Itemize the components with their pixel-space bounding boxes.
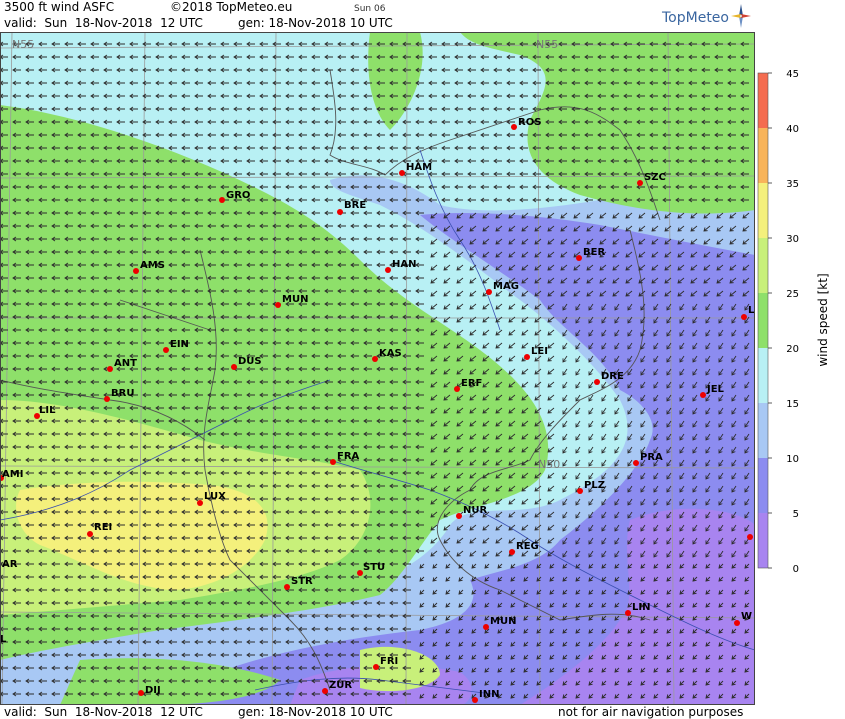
legend-ticks: 0 5 10 15 20 25 30 35 40 45 [768,69,799,575]
valid-time: valid: Sun 18-Nov-2018 12 UTC [4,16,203,30]
svg-text:BRU: BRU [111,388,134,399]
svg-text:LUX: LUX [204,491,226,502]
copyright-text: ©2018 TopMeteo.eu [170,0,293,14]
grid-label: N50 [538,458,560,471]
svg-text:SZC: SZC [644,172,666,183]
footer-generated-time: gen: 18-Nov-2018 10 UTC [238,705,393,719]
svg-text:BER: BER [583,247,605,258]
svg-text:DRE: DRE [601,371,624,382]
product-title: 3500 ft wind ASFC [4,0,115,14]
map-header: 3500 ft wind ASFC ©2018 TopMeteo.eu Sun … [0,0,755,32]
svg-text:L: L [0,634,7,645]
wind-speed-legend: 0 5 10 15 20 25 30 35 40 45 wind speed [kt] [757,69,830,575]
svg-text:NUR: NUR [463,505,487,516]
svg-text:PLZ: PLZ [584,480,605,491]
svg-text:MAG: MAG [493,281,519,292]
svg-text:KAS: KAS [379,348,402,359]
svg-text:LEI: LEI [531,346,548,357]
svg-text:DUS: DUS [238,356,262,367]
disclaimer-text: not for air navigation purposes [558,705,744,719]
svg-text:STR: STR [291,576,313,587]
svg-text:FRI: FRI [380,656,398,667]
svg-text:HAN: HAN [392,259,416,270]
svg-text:AMI: AMI [2,469,23,480]
legend-band [758,238,768,293]
svg-text:ERF: ERF [461,378,482,389]
legend-tick-label: 5 [793,509,799,520]
svg-text:DIJ: DIJ [145,685,161,696]
legend-tick-label: 0 [793,564,799,575]
svg-text:L: L [748,305,755,316]
svg-text:ZUR: ZUR [329,680,352,691]
legend-tick-label: 30 [786,234,799,245]
svg-text:REI: REI [94,522,112,533]
legend-tick-label: 10 [786,454,799,465]
day-code: Sun 06 [354,4,386,14]
legend-band [758,128,768,183]
legend-band [758,183,768,238]
footer-valid-time: valid: Sun 18-Nov-2018 12 UTC [4,705,203,719]
svg-text:GRO: GRO [226,190,250,201]
svg-text:PRA: PRA [640,452,663,463]
svg-text:BRE: BRE [344,200,366,211]
svg-text:FRA: FRA [337,451,360,462]
legend-tick-label: 25 [786,289,799,300]
svg-text:REG: REG [516,541,539,552]
legend-tick-label: 15 [786,399,799,410]
svg-text:ROS: ROS [518,117,541,128]
grid-label: N55 [536,38,558,51]
legend-axis-label: wind speed [kt] [816,273,830,366]
svg-text:HAM: HAM [406,162,432,173]
map-footer: valid: Sun 18-Nov-2018 12 UTC gen: 18-No… [0,705,755,719]
svg-text:STU: STU [363,562,385,573]
legend-tick-label: 40 [786,124,799,135]
brand-logo-text: TopMeteo [662,10,729,26]
legend-tick-label: 45 [786,69,799,80]
legend-band [758,403,768,458]
svg-text:EIN: EIN [170,339,189,350]
svg-text:MUN: MUN [490,616,516,627]
city-marker: L [0,634,7,645]
svg-text:ANT: ANT [114,358,137,369]
generated-time: gen: 18-Nov-2018 10 UTC [238,16,393,30]
svg-text:JEL: JEL [706,384,725,395]
city-marker: AMI [0,469,23,481]
wind-speed-map: N55 N55 N50 ROS HAM SZC GRO BRE BER AMS … [0,32,755,705]
grid-label: N55 [12,38,34,51]
legend-tick-label: 35 [786,179,799,190]
legend-band [758,348,768,403]
compass-logo-icon [731,4,751,28]
legend-band [758,293,768,348]
svg-text:AR: AR [2,559,18,570]
svg-text:LIL: LIL [39,405,56,416]
svg-text:AMS: AMS [140,260,165,271]
svg-text:INN: INN [479,689,499,700]
legend-band [758,458,768,513]
legend-band [758,513,768,568]
legend-band [758,73,768,128]
legend-color-bar [757,72,769,569]
svg-text:LIN: LIN [632,602,650,613]
legend-tick-label: 20 [786,344,799,355]
svg-text:MUN: MUN [282,294,308,305]
svg-text:W: W [741,611,752,622]
